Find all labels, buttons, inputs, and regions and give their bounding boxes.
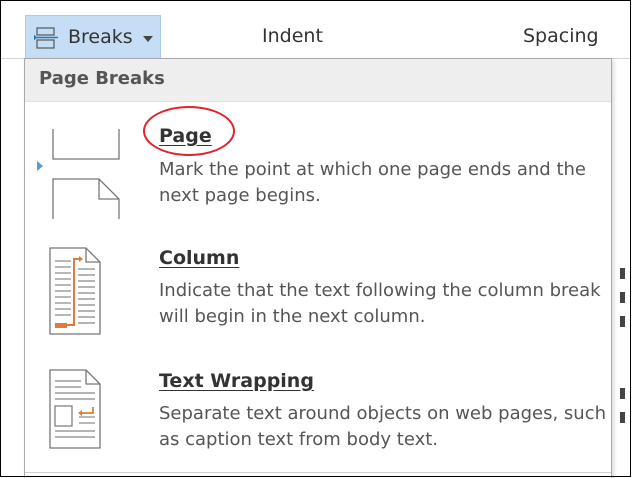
chevron-down-icon bbox=[143, 36, 153, 42]
breaks-button[interactable]: Breaks bbox=[25, 15, 161, 59]
document-text-fragment bbox=[620, 388, 625, 399]
menu-item-description: Separate text around objects on web page… bbox=[159, 403, 607, 450]
breaks-label: Breaks bbox=[68, 26, 133, 48]
section-header-label: Page Breaks bbox=[39, 68, 165, 89]
document-text-fragment bbox=[620, 292, 625, 303]
menu-item-column[interactable]: Column Indicate that the text following … bbox=[25, 237, 611, 347]
column-break-icon bbox=[49, 247, 101, 335]
text-wrapping-break-icon bbox=[49, 369, 101, 449]
menu-item-title: Text Wrapping bbox=[159, 370, 314, 392]
document-text-fragment bbox=[620, 316, 625, 327]
menu-item-title: Column bbox=[159, 247, 240, 269]
document-text-fragment bbox=[620, 268, 625, 279]
page-break-icon bbox=[52, 129, 120, 219]
menu-section-header: Page Breaks bbox=[25, 59, 611, 102]
breaks-dropdown-menu: Page Breaks Page Mark the point at which… bbox=[24, 58, 612, 478]
spacing-label: Spacing bbox=[523, 25, 599, 47]
breaks-icon bbox=[34, 27, 58, 49]
menu-item-text-wrapping[interactable]: Text Wrapping Separate text around objec… bbox=[25, 355, 611, 465]
menu-item-description: Indicate that the text following the col… bbox=[159, 280, 601, 327]
ribbon: Breaks Indent Spacing bbox=[1, 1, 631, 59]
menu-divider bbox=[25, 472, 611, 473]
menu-item-description: Mark the point at which one page ends an… bbox=[159, 159, 586, 206]
menu-item-page[interactable]: Page Mark the point at which one page en… bbox=[25, 119, 611, 219]
menu-item-title: Page bbox=[159, 125, 212, 147]
document-text-fragment bbox=[620, 412, 625, 423]
indent-label: Indent bbox=[262, 25, 323, 47]
